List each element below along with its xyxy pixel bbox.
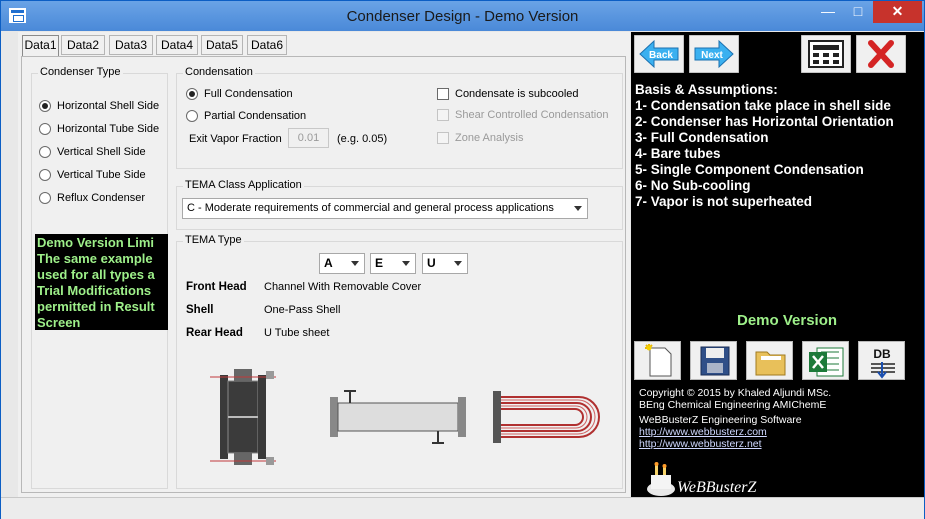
back-label: Back — [649, 50, 673, 61]
basis-item: 1- Condensation take place in shell side — [635, 98, 891, 113]
shell-value: One-Pass Shell — [264, 304, 341, 316]
basis-item: 3- Full Condensation — [635, 130, 769, 145]
radio-full-condensation[interactable]: Full Condensation — [186, 88, 293, 100]
tab-data5[interactable]: Data5 — [201, 35, 243, 55]
demo-version-label: Demo Version — [737, 312, 838, 329]
new-file-button[interactable] — [634, 341, 681, 380]
exit-vapor-input[interactable]: 0.01 — [288, 128, 329, 148]
basis-item: 6- No Sub-cooling — [635, 178, 751, 193]
website-link-com[interactable]: http://www.webbusterz.com — [639, 426, 831, 438]
app-window: Condenser Design - Demo Version — □ ✕ Da… — [0, 0, 925, 519]
next-label: Next — [701, 50, 723, 61]
basis-assumptions: Basis & Assumptions: 1- Condensation tak… — [635, 82, 894, 210]
website-link-net[interactable]: http://www.webbusterz.net — [639, 438, 831, 450]
shell-drawing — [330, 390, 466, 444]
radio-vertical-shell-side[interactable]: Vertical Shell Side — [39, 146, 146, 158]
exit-vapor-label: Exit Vapor Fraction — [189, 133, 282, 145]
rear-head-value: U Tube sheet — [264, 327, 330, 339]
copyright-block: Copyright © 2015 by Khaled Aljundi MSc. … — [639, 387, 831, 450]
radio-horizontal-shell-side[interactable]: Horizontal Shell Side — [39, 100, 159, 112]
close-window-button[interactable]: ✕ — [873, 1, 922, 23]
checkbox[interactable] — [437, 109, 449, 121]
chevron-down-icon — [574, 206, 582, 211]
excel-export-button[interactable] — [802, 341, 849, 380]
tab-data6[interactable]: Data6 — [247, 35, 287, 55]
basis-item: 5- Single Component Condensation — [635, 162, 864, 177]
radio-button[interactable] — [186, 110, 198, 122]
radio-button[interactable] — [39, 192, 51, 204]
window-title: Condenser Design - Demo Version — [346, 8, 579, 25]
condenser-type-title: Condenser Type — [38, 66, 123, 78]
radio-button[interactable] — [39, 169, 51, 181]
shear-controlled-checkbox[interactable]: Shear Controlled Condensation — [437, 109, 609, 121]
tab-data3[interactable]: Data3 — [109, 35, 153, 55]
sparkle-icon — [646, 345, 652, 351]
webbusterz-logo: WeBBusterZ — [647, 462, 758, 496]
basis-title: Basis & Assumptions: — [635, 82, 778, 97]
copyright-line: Copyright © 2015 by Khaled Aljundi MSc. — [639, 387, 832, 399]
radio-partial-condensation[interactable]: Partial Condensation — [186, 110, 306, 122]
tema-class-select[interactable]: C - Moderate requirements of commercial … — [182, 198, 588, 219]
chevron-down-icon — [351, 261, 359, 266]
rear-head-select[interactable]: U — [422, 253, 468, 274]
front-head-value: Channel With Removable Cover — [264, 281, 422, 293]
calculator-button[interactable] — [801, 35, 851, 73]
radio-vertical-tube-side[interactable]: Vertical Tube Side — [39, 169, 146, 181]
exit-vapor-hint: (e.g. 0.05) — [337, 133, 388, 145]
logo-text: WeBBusterZ — [677, 479, 758, 496]
demo-notice: Demo Version Limi The same example used … — [35, 234, 168, 330]
open-folder-button[interactable] — [746, 341, 793, 380]
radio-button[interactable] — [39, 146, 51, 158]
rear-head-drawing — [493, 391, 600, 443]
radio-button[interactable] — [39, 123, 51, 135]
front-head-drawing — [210, 369, 276, 465]
basis-item: 2- Condenser has Horizontal Orientation — [635, 114, 894, 129]
radio-reflux-condenser[interactable]: Reflux Condenser — [39, 192, 145, 204]
zone-analysis-checkbox[interactable]: Zone Analysis — [437, 132, 523, 144]
condensation-title: Condensation — [183, 66, 255, 78]
radio-button[interactable] — [186, 88, 198, 100]
shell-label: Shell — [186, 304, 214, 316]
maximize-button[interactable]: □ — [843, 1, 873, 23]
basis-item: 7- Vapor is not superheated — [635, 194, 813, 209]
save-button[interactable] — [690, 341, 737, 380]
tab-data2[interactable]: Data2 — [61, 35, 105, 55]
front-head-select[interactable]: A — [319, 253, 365, 274]
credentials-line: BEng Chemical Engineering AMIChemE — [639, 399, 827, 411]
subcooled-checkbox[interactable]: Condensate is subcooled — [437, 88, 579, 100]
tab-data4[interactable]: Data4 — [156, 35, 198, 55]
minimize-button[interactable]: — — [813, 1, 843, 23]
title-bar: Condenser Design - Demo Version — □ ✕ — [1, 1, 924, 31]
front-head-label: Front Head — [186, 281, 247, 293]
tema-type-title: TEMA Type — [183, 234, 244, 246]
status-bar — [1, 497, 924, 519]
next-button[interactable]: Next — [689, 35, 739, 73]
radio-button[interactable] — [39, 100, 51, 112]
database-button[interactable]: DB — [858, 341, 905, 380]
radio-horizontal-tube-side[interactable]: Horizontal Tube Side — [39, 123, 159, 135]
tab-data1[interactable]: Data1 — [22, 35, 59, 57]
company-line: WeBBusterZ Engineering Software — [639, 414, 802, 426]
chevron-down-icon — [454, 261, 462, 266]
db-label: DB — [873, 347, 891, 361]
basis-item: 4- Bare tubes — [635, 146, 721, 161]
checkbox[interactable] — [437, 88, 449, 100]
rear-head-label: Rear Head — [186, 327, 243, 339]
back-button[interactable]: Back — [634, 35, 684, 73]
chevron-down-icon — [402, 261, 410, 266]
checkbox[interactable] — [437, 132, 449, 144]
shell-type-select[interactable]: E — [370, 253, 416, 274]
tema-class-title: TEMA Class Application — [183, 179, 304, 191]
exit-button[interactable] — [856, 35, 906, 73]
